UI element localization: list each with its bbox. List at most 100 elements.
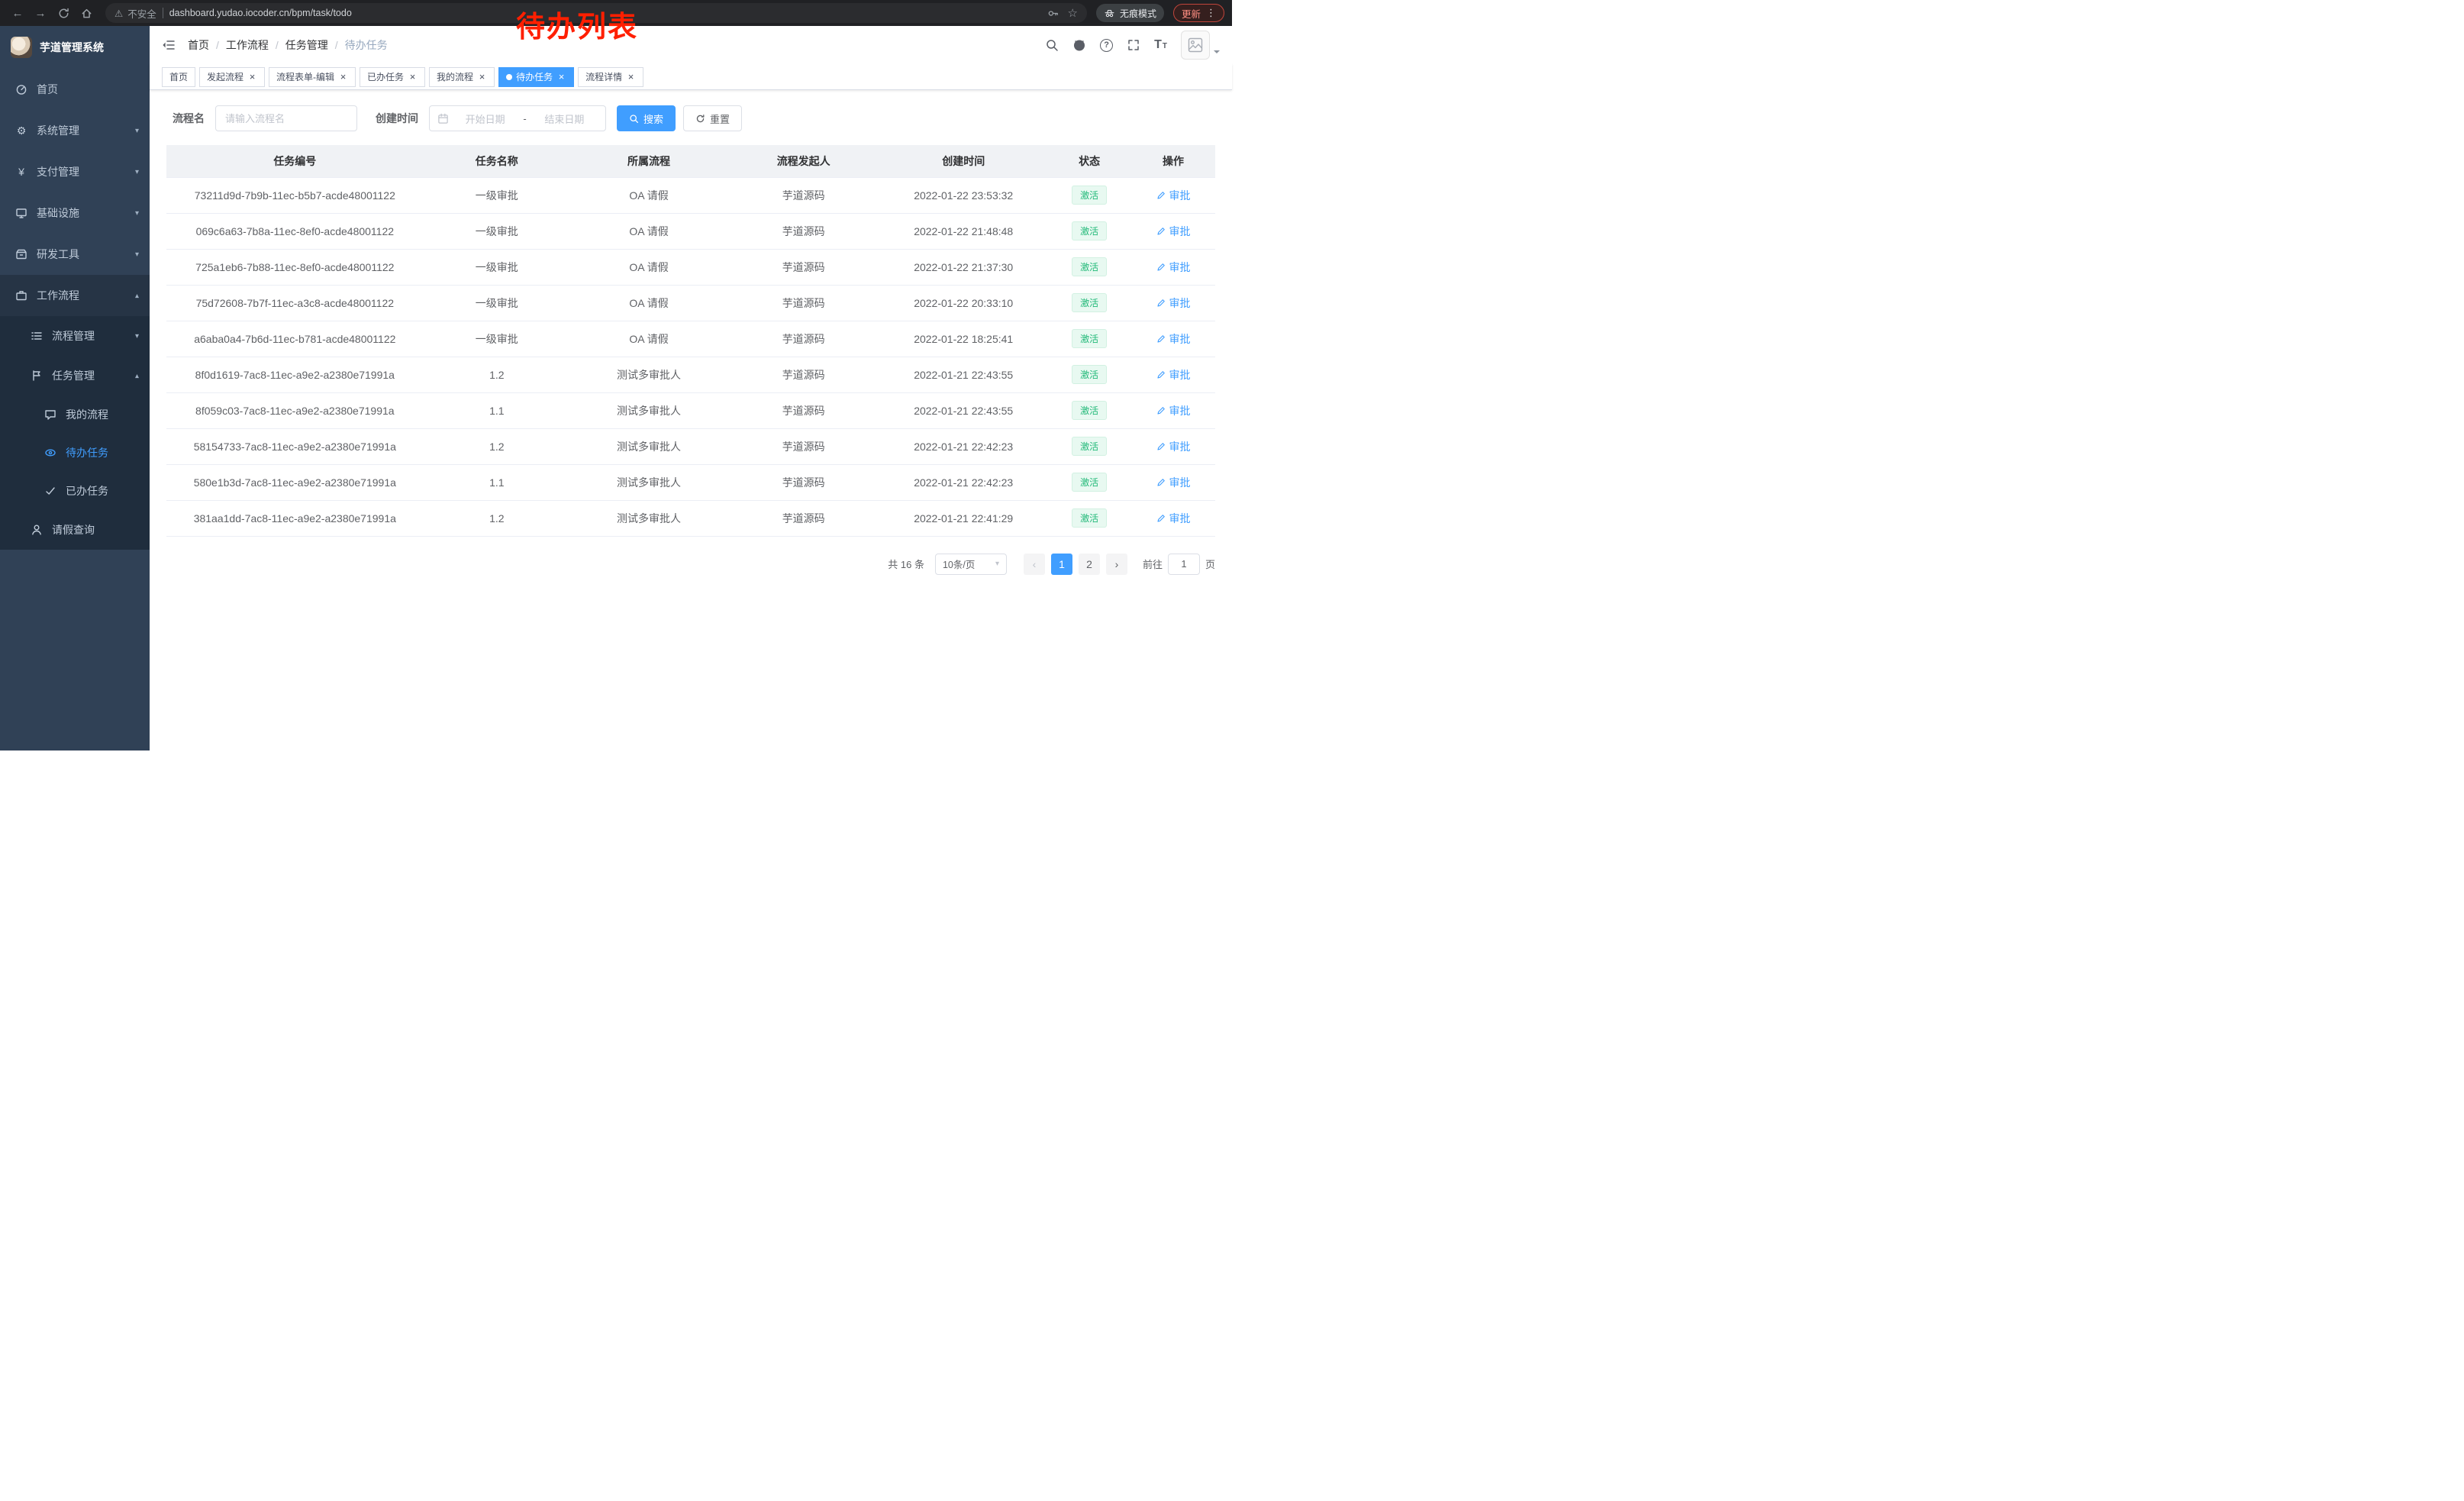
approve-link[interactable]: 审批 — [1156, 188, 1191, 203]
cell-process: 测试多审批人 — [570, 464, 727, 500]
approve-link[interactable]: 审批 — [1156, 224, 1191, 239]
browser-menu-icon[interactable]: ⋮ — [1206, 7, 1216, 19]
hamburger-icon — [162, 38, 176, 52]
sidebar-item-my-process[interactable]: 我的流程 — [0, 395, 150, 434]
tab-process-detail[interactable]: 流程详情 — [578, 67, 643, 87]
sidebar-item-workflow[interactable]: 工作流程 — [0, 275, 150, 316]
sidebar-toggle-button[interactable] — [162, 38, 176, 52]
reload-button[interactable] — [53, 3, 73, 23]
close-icon[interactable] — [477, 72, 487, 82]
chevron-down-icon — [135, 168, 139, 176]
avatar[interactable] — [1181, 31, 1210, 60]
fullscreen-icon[interactable] — [1127, 38, 1140, 52]
tab-done-tasks[interactable]: 已办任务 — [360, 67, 425, 87]
cell-task-name: 1.1 — [424, 464, 570, 500]
col-create-time: 创建时间 — [879, 145, 1047, 177]
search-icon[interactable] — [1045, 38, 1059, 52]
sidebar-item-todo-task[interactable]: 待办任务 — [0, 434, 150, 472]
tab-my-process[interactable]: 我的流程 — [429, 67, 495, 87]
sidebar-item-done-task[interactable]: 已办任务 — [0, 472, 150, 510]
tab-label: 流程表单-编辑 — [276, 70, 334, 83]
approve-link-label: 审批 — [1169, 188, 1191, 203]
sidebar-item-payment[interactable]: ¥ 支付管理 — [0, 151, 150, 192]
url-text[interactable]: dashboard.yudao.iocoder.cn/bpm/task/todo — [169, 8, 352, 18]
prev-page-button[interactable]: ‹ — [1024, 554, 1045, 575]
forward-button[interactable]: → — [31, 3, 50, 23]
cell-create-time: 2022-01-22 23:53:32 — [879, 177, 1047, 213]
status-badge: 激活 — [1072, 365, 1107, 384]
approve-link[interactable]: 审批 — [1156, 367, 1191, 383]
tab-label: 我的流程 — [437, 70, 473, 83]
sidebar-item-infrastructure[interactable]: 基础设施 — [0, 192, 150, 234]
table-row: 381aa1dd-7ac8-11ec-a9e2-a2380e71991a 1.2… — [166, 500, 1215, 536]
cell-action: 审批 — [1131, 500, 1215, 536]
sidebar-item-process-mgmt[interactable]: 流程管理 — [0, 316, 150, 356]
cell-status: 激活 — [1047, 357, 1131, 392]
tab-initiate-process[interactable]: 发起流程 — [199, 67, 265, 87]
close-icon[interactable] — [626, 72, 636, 82]
tab-process-form-edit[interactable]: 流程表单-编辑 — [269, 67, 356, 87]
approve-link[interactable]: 审批 — [1156, 260, 1191, 275]
back-button[interactable]: ← — [8, 3, 27, 23]
sidebar-item-label: 流程管理 — [52, 328, 95, 344]
tab-todo-tasks[interactable]: 待办任务 — [498, 67, 574, 87]
table-row: a6aba0a4-7b6d-11ec-b781-acde48001122 一级审… — [166, 321, 1215, 357]
security-indicator[interactable]: ⚠ 不安全 — [114, 6, 156, 21]
date-range-picker[interactable]: 开始日期 - 结束日期 — [429, 105, 606, 131]
tab-home[interactable]: 首页 — [162, 67, 195, 87]
cell-task-id: 069c6a63-7b8a-11ec-8ef0-acde48001122 — [166, 213, 424, 249]
cell-process: 测试多审批人 — [570, 500, 727, 536]
sidebar-item-label: 支付管理 — [37, 164, 79, 179]
app-logo[interactable]: 芋道管理系统 — [0, 26, 150, 69]
top-navbar: 首页 / 工作流程 / 任务管理 / 待办任务 — [150, 26, 1232, 64]
cell-process: 测试多审批人 — [570, 428, 727, 464]
cell-process: 测试多审批人 — [570, 357, 727, 392]
cell-task-name: 一级审批 — [424, 213, 570, 249]
user-avatar-menu[interactable] — [1181, 31, 1220, 60]
close-icon[interactable] — [408, 72, 418, 82]
close-icon[interactable] — [338, 72, 348, 82]
update-button[interactable]: 更新 ⋮ — [1173, 4, 1224, 22]
breadcrumb-item[interactable]: 任务管理 — [285, 37, 328, 53]
github-icon[interactable] — [1072, 38, 1086, 52]
process-name-input[interactable] — [215, 105, 357, 131]
cell-task-id: 381aa1dd-7ac8-11ec-a9e2-a2380e71991a — [166, 500, 424, 536]
chevron-down-icon — [1214, 50, 1220, 56]
sidebar-item-leave-query[interactable]: 请假查询 — [0, 510, 150, 550]
sidebar-item-home[interactable]: 首页 — [0, 69, 150, 110]
close-icon[interactable] — [247, 72, 257, 82]
col-starter: 流程发起人 — [727, 145, 879, 177]
yen-icon: ¥ — [15, 166, 27, 177]
pagination-total: 共 16 条 — [888, 557, 924, 571]
next-page-button[interactable]: › — [1106, 554, 1127, 575]
page-button-1[interactable]: 1 — [1051, 554, 1072, 575]
close-icon[interactable] — [556, 72, 566, 82]
cell-create-time: 2022-01-21 22:41:29 — [879, 500, 1047, 536]
goto-page-input[interactable] — [1168, 554, 1200, 575]
sidebar: 芋道管理系统 首页 ⚙ 系统管理 ¥ 支付管理 基础设施 研发工具 工 — [0, 26, 150, 750]
address-bar[interactable]: ⚠ 不安全 dashboard.yudao.iocoder.cn/bpm/tas… — [105, 3, 1087, 23]
page-size-select[interactable]: 10条/页 — [935, 554, 1007, 575]
cell-status: 激活 — [1047, 249, 1131, 285]
approve-link[interactable]: 审批 — [1156, 331, 1191, 347]
approve-link[interactable]: 审批 — [1156, 511, 1191, 526]
sidebar-item-task-mgmt[interactable]: 任务管理 — [0, 356, 150, 395]
font-size-icon[interactable] — [1154, 38, 1167, 52]
home-button[interactable] — [76, 3, 96, 23]
key-icon[interactable] — [1047, 8, 1059, 19]
breadcrumb-item[interactable]: 首页 — [188, 37, 209, 53]
sidebar-item-devtools[interactable]: 研发工具 — [0, 234, 150, 275]
approve-link[interactable]: 审批 — [1156, 295, 1191, 311]
breadcrumb-item[interactable]: 工作流程 — [226, 37, 269, 53]
cell-task-id: a6aba0a4-7b6d-11ec-b781-acde48001122 — [166, 321, 424, 357]
approve-link[interactable]: 审批 — [1156, 403, 1191, 418]
bookmark-star-icon[interactable]: ☆ — [1068, 6, 1078, 20]
approve-link[interactable]: 审批 — [1156, 475, 1191, 490]
page-button-2[interactable]: 2 — [1079, 554, 1100, 575]
sidebar-item-system[interactable]: ⚙ 系统管理 — [0, 110, 150, 151]
search-button[interactable]: 搜索 — [617, 105, 676, 131]
reset-button[interactable]: 重置 — [683, 105, 742, 131]
approve-link[interactable]: 审批 — [1156, 439, 1191, 454]
edit-icon — [1156, 226, 1166, 236]
help-icon[interactable] — [1100, 39, 1113, 52]
